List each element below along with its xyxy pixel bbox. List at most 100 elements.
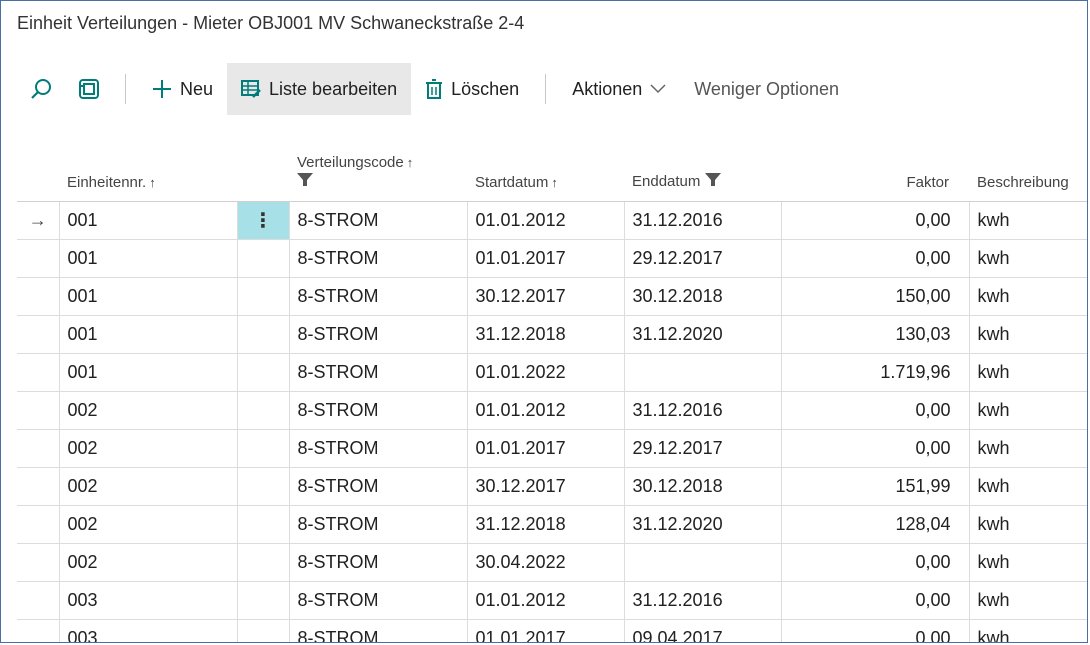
table-row[interactable]: 001 8-STROM 01.01.2022 1.719,96 kwh [17,353,1087,392]
cell-dist-code[interactable]: 8-STROM [289,315,468,354]
table-row[interactable]: 003 8-STROM 01.01.2017 09.04.2017 0,00 k… [17,619,1087,642]
cell-unit-no[interactable]: 002 [59,543,238,582]
cell-factor[interactable]: 0,00 [781,391,970,430]
table-row[interactable]: 001 8-STROM 01.01.2017 29.12.2017 0,00 k… [17,239,1087,278]
cell-description[interactable]: kwh [969,543,1087,582]
table-row[interactable]: 003 8-STROM 01.01.2012 31.12.2016 0,00 k… [17,581,1087,620]
delete-button[interactable]: Löschen [411,63,533,115]
cell-factor[interactable]: 151,99 [781,467,970,506]
cell-unit-no[interactable]: 002 [59,391,238,430]
cell-description[interactable]: kwh [969,467,1087,506]
cell-end-date[interactable]: 31.12.2016 [624,391,782,430]
cell-dist-code[interactable]: 8-STROM [289,429,468,468]
cell-factor[interactable]: 130,03 [781,315,970,354]
table-row[interactable]: 002 8-STROM 01.01.2017 29.12.2017 0,00 k… [17,429,1087,468]
cell-unit-no[interactable]: 002 [59,505,238,544]
cell-end-date[interactable] [624,543,782,582]
cell-factor[interactable]: 150,00 [781,277,970,316]
cell-end-date[interactable]: 29.12.2017 [624,239,782,278]
row-menu-button[interactable] [237,581,290,620]
row-menu-button[interactable] [237,353,290,392]
cell-start-date[interactable]: 01.01.2022 [467,353,625,392]
table-row[interactable]: 002 8-STROM 30.12.2017 30.12.2018 151,99… [17,467,1087,506]
row-menu-button[interactable] [237,315,290,354]
row-menu-button[interactable] [237,429,290,468]
fewer-options-button[interactable]: Weniger Optionen [680,63,853,115]
cell-factor[interactable]: 1.719,96 [781,353,970,392]
cell-dist-code[interactable]: 8-STROM [289,353,468,392]
row-menu-button[interactable]: ⋮ [237,201,290,240]
cell-dist-code[interactable]: 8-STROM [289,505,468,544]
cell-factor[interactable]: 0,00 [781,619,970,642]
cell-description[interactable]: kwh [969,429,1087,468]
cell-start-date[interactable]: 30.12.2017 [467,277,625,316]
edit-list-button[interactable]: Liste bearbeiten [227,63,412,115]
cell-dist-code[interactable]: 8-STROM [289,543,468,582]
cell-end-date[interactable] [624,353,782,392]
search-icon[interactable] [17,63,65,115]
cell-start-date[interactable]: 01.01.2017 [467,429,625,468]
cell-description[interactable]: kwh [969,353,1087,392]
cell-end-date[interactable]: 30.12.2018 [624,277,782,316]
cell-unit-no[interactable]: 001 [59,315,238,354]
cell-unit-no[interactable]: 003 [59,581,238,620]
cell-dist-code[interactable]: 8-STROM [289,391,468,430]
cell-dist-code[interactable]: 8-STROM [289,201,468,240]
cell-end-date[interactable]: 29.12.2017 [624,429,782,468]
column-header-dist-code[interactable]: Verteilungscode ↑ [289,129,467,202]
cell-start-date[interactable]: 01.01.2012 [467,391,625,430]
cell-start-date[interactable]: 01.01.2012 [467,201,625,240]
column-header-start-date[interactable]: Startdatum ↑ [467,129,624,202]
cell-start-date[interactable]: 30.04.2022 [467,543,625,582]
cell-factor[interactable]: 0,00 [781,581,970,620]
cell-factor[interactable]: 0,00 [781,429,970,468]
new-button[interactable]: Neu [138,63,227,115]
cell-description[interactable]: kwh [969,201,1087,240]
cell-unit-no[interactable]: 003 [59,619,238,642]
cell-start-date[interactable]: 01.01.2017 [467,619,625,642]
cell-dist-code[interactable]: 8-STROM [289,467,468,506]
cell-description[interactable]: kwh [969,277,1087,316]
cell-start-date[interactable]: 01.01.2017 [467,239,625,278]
column-header-factor[interactable]: Faktor [781,129,969,202]
cell-unit-no[interactable]: 001 [59,353,238,392]
table-row[interactable]: 001 8-STROM 30.12.2017 30.12.2018 150,00… [17,277,1087,316]
cell-start-date[interactable]: 31.12.2018 [467,505,625,544]
cell-unit-no[interactable]: 001 [59,239,238,278]
cell-description[interactable]: kwh [969,619,1087,642]
cell-factor[interactable]: 128,04 [781,505,970,544]
cell-unit-no[interactable]: 002 [59,467,238,506]
cell-description[interactable]: kwh [969,505,1087,544]
cell-description[interactable]: kwh [969,239,1087,278]
table-row[interactable]: 002 8-STROM 30.04.2022 0,00 kwh [17,543,1087,582]
row-menu-button[interactable] [237,505,290,544]
cell-unit-no[interactable]: 001 [59,277,238,316]
table-row[interactable]: → 001 ⋮ 8-STROM 01.01.2012 31.12.2016 0,… [17,201,1087,240]
cell-end-date[interactable]: 31.12.2020 [624,505,782,544]
table-row[interactable]: 001 8-STROM 31.12.2018 31.12.2020 130,03… [17,315,1087,354]
cell-description[interactable]: kwh [969,315,1087,354]
cell-end-date[interactable]: 31.12.2016 [624,581,782,620]
cell-end-date[interactable]: 30.12.2018 [624,467,782,506]
row-menu-button[interactable] [237,239,290,278]
table-row[interactable]: 002 8-STROM 31.12.2018 31.12.2020 128,04… [17,505,1087,544]
cell-start-date[interactable]: 30.12.2017 [467,467,625,506]
table-row[interactable]: 002 8-STROM 01.01.2012 31.12.2016 0,00 k… [17,391,1087,430]
row-menu-button[interactable] [237,543,290,582]
cell-unit-no[interactable]: 002 [59,429,238,468]
row-menu-button[interactable] [237,277,290,316]
cell-dist-code[interactable]: 8-STROM [289,581,468,620]
cell-start-date[interactable]: 01.01.2012 [467,581,625,620]
cell-dist-code[interactable]: 8-STROM [289,619,468,642]
cell-start-date[interactable]: 31.12.2018 [467,315,625,354]
filter-pane-icon[interactable] [65,63,113,115]
cell-factor[interactable]: 0,00 [781,201,970,240]
cell-unit-no[interactable]: 001 [59,201,238,240]
cell-description[interactable]: kwh [969,391,1087,430]
column-header-end-date[interactable]: Enddatum [624,129,781,202]
row-menu-button[interactable] [237,619,290,642]
cell-end-date[interactable]: 31.12.2016 [624,201,782,240]
row-menu-button[interactable] [237,391,290,430]
cell-dist-code[interactable]: 8-STROM [289,277,468,316]
cell-factor[interactable]: 0,00 [781,543,970,582]
